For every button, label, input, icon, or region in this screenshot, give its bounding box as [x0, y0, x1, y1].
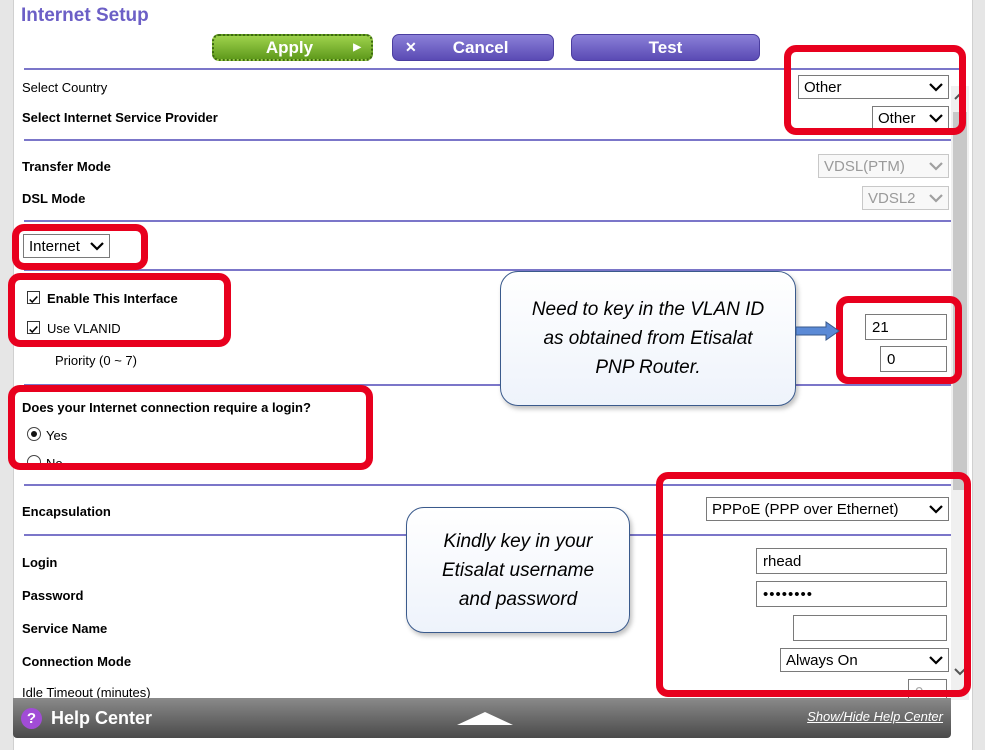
dsl-mode-select[interactable]: VDSL2 [862, 186, 949, 210]
encapsulation-label: Encapsulation [22, 504, 111, 519]
vlan-callout: Need to key in the VLAN ID as obtained f… [500, 271, 796, 406]
router-setup-window: Internet Setup Apply ▶ ✕ Cancel Test Sel… [0, 0, 985, 750]
login-label: Login [22, 555, 58, 570]
connection-mode-label: Connection Mode [22, 654, 132, 669]
divider [24, 220, 961, 222]
select-country-label: Select Country [22, 80, 108, 95]
play-arrow-icon: ▶ [353, 42, 361, 53]
select-isp-label: Select Internet Service Provider [22, 110, 218, 125]
transfer-mode-value: VDSL(PTM) [824, 157, 905, 175]
apply-label: Apply [265, 37, 314, 57]
help-icon[interactable]: ? [21, 708, 42, 729]
dsl-mode-label: DSL Mode [22, 191, 86, 206]
transfer-mode-label: Transfer Mode [22, 159, 111, 174]
test-button[interactable]: Test [571, 34, 760, 61]
test-label: Test [648, 37, 683, 57]
transfer-mode-select[interactable]: VDSL(PTM) [818, 154, 949, 178]
highlight-interface [12, 224, 148, 270]
expand-arrow-icon[interactable] [457, 711, 513, 725]
close-icon: ✕ [405, 39, 417, 55]
service-name-label: Service Name [22, 621, 108, 636]
cancel-button[interactable]: ✕ Cancel [392, 34, 554, 61]
chevron-down-icon [929, 162, 943, 171]
cancel-label: Cancel [452, 37, 509, 57]
highlight-login-required [8, 385, 373, 470]
page-title: Internet Setup [21, 5, 149, 26]
credentials-callout-text: Kindly key in your Etisalat username and… [441, 530, 595, 610]
help-center-title: Help Center [51, 708, 153, 728]
password-label: Password [22, 588, 84, 603]
credentials-callout: Kindly key in your Etisalat username and… [406, 507, 630, 633]
divider [24, 269, 961, 271]
highlight-credentials [656, 472, 971, 697]
chevron-down-icon [929, 194, 943, 203]
help-center-bar: ? Help Center Show/Hide Help Center [13, 698, 951, 738]
highlight-isp [784, 45, 966, 135]
vlan-callout-text: Need to key in the VLAN ID as obtained f… [531, 299, 765, 378]
priority-label: Priority (0 ~ 7) [55, 353, 137, 368]
apply-button[interactable]: Apply ▶ [212, 34, 373, 61]
highlight-enable-vlan [8, 273, 231, 347]
divider [24, 139, 961, 141]
dsl-mode-value: VDSL2 [868, 189, 916, 207]
show-hide-help-link[interactable]: Show/Hide Help Center [807, 709, 943, 724]
arrow-right-icon [796, 321, 840, 341]
highlight-vlan-fields [836, 296, 962, 384]
